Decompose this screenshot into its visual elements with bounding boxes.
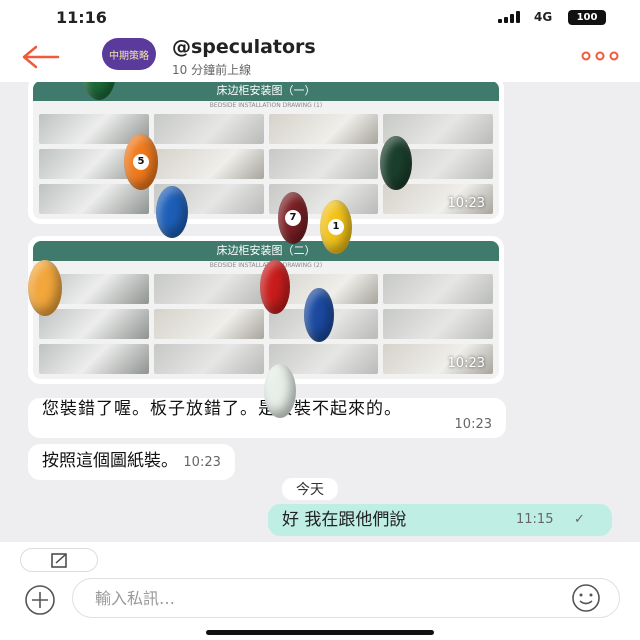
status-time: 11:16 bbox=[56, 8, 107, 27]
outgoing-message[interactable]: 好 我在跟他們說 11:15 ✓ bbox=[268, 504, 612, 536]
note-button[interactable] bbox=[20, 548, 98, 572]
message-text: 您裝錯了喔。板子放錯了。是安裝不起來的。 bbox=[42, 399, 402, 419]
avatar[interactable]: 中期策略 bbox=[102, 38, 156, 70]
installation-drawing-image[interactable]: 床边柜安装图（一） BEDSIDE INSTALLATION DRAWING (… bbox=[33, 82, 499, 219]
chat-header: 中期策略 @speculators 10 分鐘前上線 bbox=[0, 34, 640, 82]
emoji-icon[interactable] bbox=[568, 582, 604, 614]
battery-icon: 100 bbox=[568, 10, 606, 25]
ball-number: 5 bbox=[133, 154, 149, 170]
read-check-icon: ✓ bbox=[574, 512, 585, 527]
image-message[interactable]: 床边柜安装图（一） BEDSIDE INSTALLATION DRAWING (… bbox=[28, 82, 504, 224]
billiard-ball-icon bbox=[260, 260, 290, 314]
billiard-ball-icon bbox=[156, 186, 188, 238]
text-message[interactable]: 按照這個圖紙裝。 10:23 bbox=[28, 444, 235, 480]
avatar-text: 中期策略 bbox=[109, 51, 149, 62]
add-attachment-icon[interactable] bbox=[22, 582, 58, 618]
billiard-ball-icon: 1 bbox=[320, 200, 352, 254]
message-time: 10:23 bbox=[454, 417, 492, 432]
drawing-steps-grid bbox=[33, 110, 499, 218]
home-indicator bbox=[206, 630, 434, 635]
installation-drawing-image[interactable]: 床边柜安装图（二） BEDSIDE INSTALLATION DRAWING (… bbox=[33, 241, 499, 379]
message-input[interactable] bbox=[72, 578, 620, 618]
billiard-ball-icon bbox=[380, 136, 412, 190]
ball-number: 7 bbox=[285, 210, 301, 226]
image-message[interactable]: 床边柜安装图（二） BEDSIDE INSTALLATION DRAWING (… bbox=[28, 236, 504, 384]
billiard-ball-icon bbox=[28, 260, 62, 316]
online-status: 10 分鐘前上線 bbox=[172, 63, 252, 77]
composer-bar bbox=[0, 542, 640, 640]
signal-strength-icon bbox=[498, 11, 524, 23]
billiard-ball-icon: 5 bbox=[124, 134, 158, 190]
chat-handle[interactable]: @speculators bbox=[172, 36, 316, 58]
drawing-subtitle: BEDSIDE INSTALLATION DRAWING (1) bbox=[209, 102, 323, 109]
billiard-ball-icon: 7 bbox=[278, 192, 308, 244]
message-time: 10:23 bbox=[447, 356, 485, 371]
chat-area[interactable]: 床边柜安装图（一） BEDSIDE INSTALLATION DRAWING (… bbox=[0, 82, 640, 542]
message-text: 按照這個圖紙裝。 bbox=[42, 451, 178, 471]
ball-number: 1 bbox=[328, 219, 344, 235]
billiard-ball-icon bbox=[304, 288, 334, 342]
message-text: 好 我在跟他們說 bbox=[282, 510, 407, 530]
message-time: 10:23 bbox=[447, 196, 485, 211]
message-time: 11:15 bbox=[516, 512, 554, 527]
billiard-ball-icon bbox=[264, 364, 296, 418]
network-type: 4G bbox=[534, 10, 553, 24]
drawing-title: 床边柜安装图（二） bbox=[33, 241, 499, 261]
back-arrow-icon[interactable] bbox=[22, 42, 62, 72]
date-divider: 今天 bbox=[282, 478, 338, 500]
message-time: 10:23 bbox=[183, 455, 221, 470]
status-bar: 11:16 4G 100 bbox=[0, 0, 640, 34]
more-options-icon[interactable] bbox=[580, 46, 620, 66]
